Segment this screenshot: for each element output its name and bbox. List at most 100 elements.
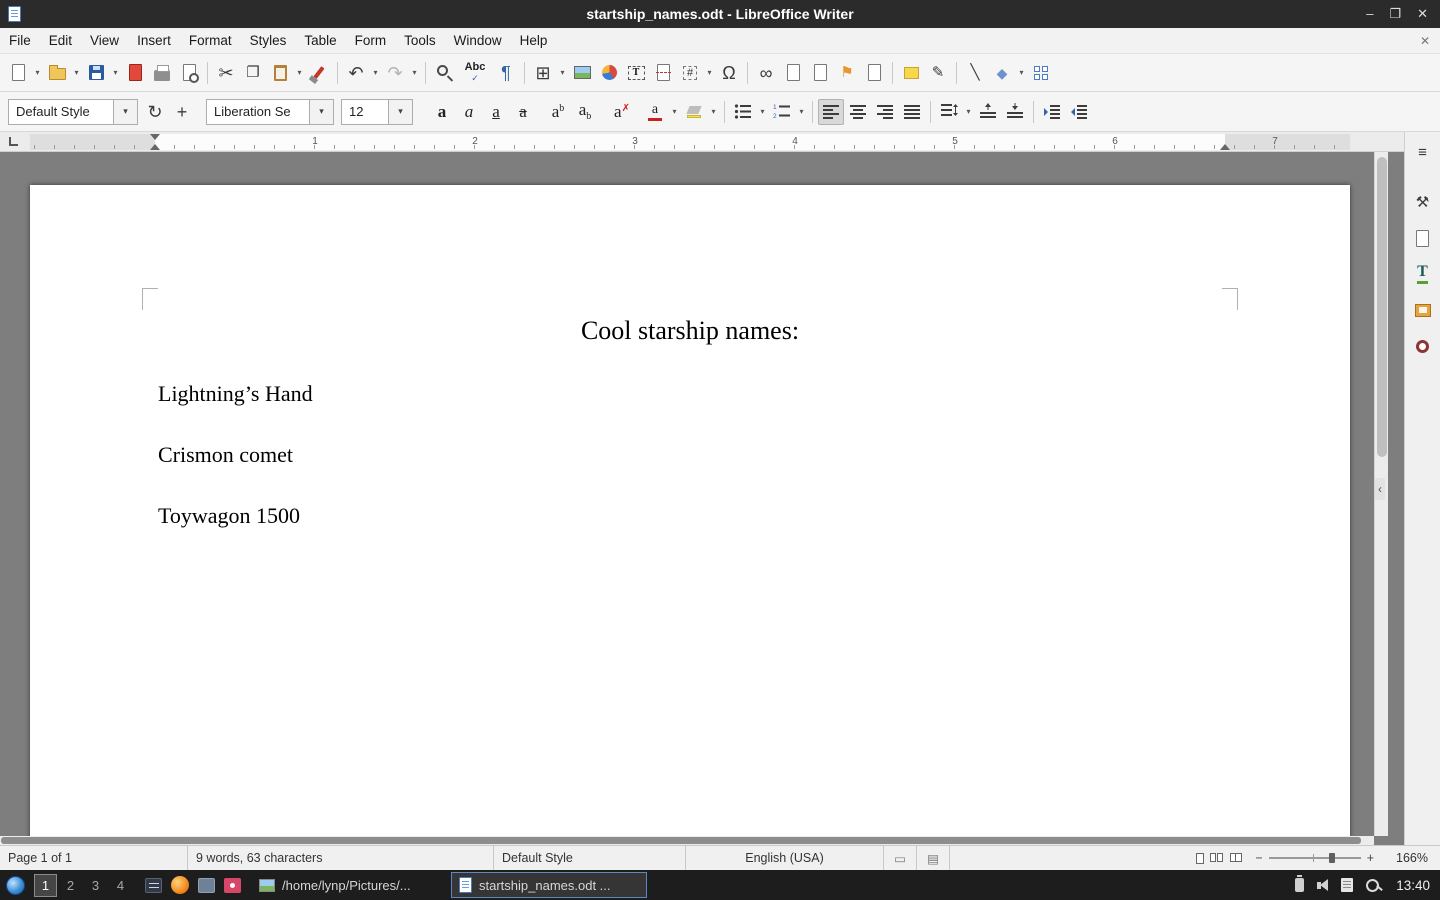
- font-size-dropdown[interactable]: ▾: [388, 100, 412, 124]
- paste-button[interactable]: [267, 60, 293, 86]
- horizontal-scrollbar-thumb[interactable]: [1, 837, 1361, 844]
- workspace-4-button[interactable]: 4: [109, 874, 132, 897]
- sidebar-settings-button[interactable]: ≡: [1409, 138, 1437, 166]
- print-button[interactable]: [149, 60, 175, 86]
- cut-button[interactable]: ✂: [213, 60, 239, 86]
- taskbar-window-writer[interactable]: startship_names.odt ...: [451, 872, 647, 898]
- insert-chart-button[interactable]: [596, 60, 622, 86]
- workspace-1-button[interactable]: 1: [34, 874, 57, 897]
- align-right-button[interactable]: [872, 99, 898, 125]
- menu-view[interactable]: View: [81, 29, 128, 52]
- sidebar-gallery-button[interactable]: [1409, 296, 1437, 324]
- align-left-button[interactable]: [818, 99, 844, 125]
- increase-paragraph-spacing-button[interactable]: [975, 99, 1001, 125]
- minimize-button[interactable]: –: [1366, 6, 1373, 22]
- line-spacing-dropdown[interactable]: ▾: [963, 99, 974, 125]
- undo-button[interactable]: ↶: [343, 60, 369, 86]
- zoom-slider-handle[interactable]: [1329, 853, 1335, 863]
- menu-form[interactable]: Form: [346, 29, 396, 52]
- tab-stop-selector[interactable]: [9, 137, 18, 146]
- insert-bookmark-button[interactable]: ⚑: [834, 60, 860, 86]
- line-spacing-button[interactable]: [936, 99, 962, 125]
- font-name-dropdown[interactable]: ▾: [309, 100, 333, 124]
- new-document-button[interactable]: [5, 60, 31, 86]
- highlight-color-button[interactable]: [681, 99, 707, 125]
- clone-formatting-button[interactable]: [306, 60, 332, 86]
- align-center-button[interactable]: [845, 99, 871, 125]
- insert-image-button[interactable]: [569, 60, 595, 86]
- font-color-dropdown[interactable]: ▾: [669, 99, 680, 125]
- book-view-button[interactable]: [1230, 851, 1243, 865]
- insert-page-break-button[interactable]: [650, 60, 676, 86]
- show-draw-functions-button[interactable]: [1028, 60, 1054, 86]
- open-button[interactable]: [44, 60, 70, 86]
- sidebar-properties-button[interactable]: ⚒: [1409, 188, 1437, 216]
- clipboard-icon[interactable]: [1341, 878, 1353, 892]
- sidebar-toggle[interactable]: ‹: [1375, 478, 1385, 500]
- track-changes-button[interactable]: ✎: [925, 60, 951, 86]
- close-button[interactable]: ✕: [1417, 6, 1428, 22]
- sidebar-page-button[interactable]: [1409, 224, 1437, 252]
- undo-dropdown[interactable]: ▾: [370, 60, 381, 86]
- firefox-icon[interactable]: [171, 876, 189, 894]
- superscript-button[interactable]: ab: [545, 99, 571, 125]
- find-replace-button[interactable]: [431, 60, 457, 86]
- vertical-scrollbar-thumb[interactable]: [1377, 157, 1387, 457]
- menu-format[interactable]: Format: [180, 29, 241, 52]
- restore-button[interactable]: ❐: [1389, 6, 1401, 22]
- page-style-status[interactable]: Default Style: [494, 846, 686, 870]
- insert-table-dropdown[interactable]: ▾: [557, 60, 568, 86]
- save-button[interactable]: [83, 60, 109, 86]
- cross-reference-button[interactable]: [861, 60, 887, 86]
- word-count-status[interactable]: 9 words, 63 characters: [188, 846, 494, 870]
- terminal-icon[interactable]: [145, 878, 162, 893]
- copy-button[interactable]: ❐: [240, 60, 266, 86]
- first-line-indent-marker[interactable]: [150, 134, 160, 140]
- decrease-paragraph-spacing-button[interactable]: [1002, 99, 1028, 125]
- document-paragraph[interactable]: Lightning’s Hand: [158, 381, 313, 407]
- zoom-in-button[interactable]: +: [1367, 851, 1374, 865]
- formatting-marks-button[interactable]: ¶: [493, 60, 519, 86]
- file-manager-icon[interactable]: [198, 878, 215, 893]
- selection-mode-status[interactable]: ▭: [884, 846, 917, 870]
- battery-icon[interactable]: [1295, 878, 1304, 892]
- insert-comment-button[interactable]: [898, 60, 924, 86]
- subscript-button[interactable]: ab: [572, 99, 598, 125]
- insert-table-button[interactable]: ⊞: [530, 60, 556, 86]
- increase-indent-button[interactable]: [1039, 99, 1065, 125]
- insert-field-dropdown[interactable]: ▾: [704, 60, 715, 86]
- insert-field-button[interactable]: #: [677, 60, 703, 86]
- document-heading[interactable]: Cool starship names:: [158, 316, 1222, 346]
- bold-button[interactable]: a: [429, 99, 455, 125]
- font-color-button[interactable]: a: [642, 99, 668, 125]
- basic-shapes-dropdown[interactable]: ▾: [1016, 60, 1027, 86]
- insert-line-button[interactable]: ╲: [962, 60, 988, 86]
- menu-window[interactable]: Window: [445, 29, 511, 52]
- zoom-out-button[interactable]: −: [1255, 851, 1262, 865]
- redo-dropdown[interactable]: ▾: [409, 60, 420, 86]
- vertical-scrollbar[interactable]: ‹: [1374, 152, 1388, 836]
- document-close-icon[interactable]: ✕: [1420, 34, 1430, 48]
- sidebar-styles-button[interactable]: T: [1409, 260, 1437, 288]
- highlight-color-dropdown[interactable]: ▾: [708, 99, 719, 125]
- paragraph-style-dropdown[interactable]: ▾: [113, 100, 137, 124]
- document-page[interactable]: Cool starship names: Lightning’s Hand Cr…: [30, 185, 1350, 845]
- clear-formatting-button[interactable]: a✗: [609, 99, 635, 125]
- workspace-2-button[interactable]: 2: [59, 874, 82, 897]
- zoom-percentage[interactable]: 166%: [1384, 846, 1440, 870]
- document-paragraph[interactable]: Crismon comet: [158, 442, 293, 468]
- sidebar-navigator-button[interactable]: [1409, 332, 1437, 360]
- strikethrough-button[interactable]: a: [510, 99, 536, 125]
- menu-table[interactable]: Table: [295, 29, 345, 52]
- font-name-combo[interactable]: Liberation Se ▾: [206, 99, 334, 125]
- menu-styles[interactable]: Styles: [241, 29, 296, 52]
- menu-edit[interactable]: Edit: [40, 29, 81, 52]
- font-size-combo[interactable]: 12 ▾: [341, 99, 413, 125]
- insert-hyperlink-button[interactable]: ∞: [753, 60, 779, 86]
- basic-shapes-button[interactable]: ◆: [989, 60, 1015, 86]
- underline-button[interactable]: a: [483, 99, 509, 125]
- save-dropdown[interactable]: ▾: [110, 60, 121, 86]
- horizontal-scrollbar[interactable]: [0, 836, 1374, 845]
- volume-icon[interactable]: [1317, 879, 1328, 891]
- bullet-list-dropdown[interactable]: ▾: [757, 99, 768, 125]
